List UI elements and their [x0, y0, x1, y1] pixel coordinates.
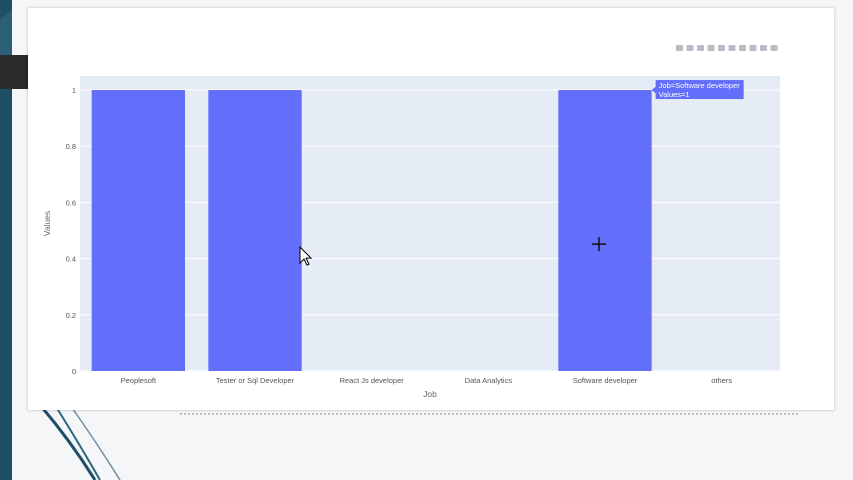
bar[interactable] — [91, 90, 185, 372]
x-tick-label: Tester or Sql Developer — [216, 376, 295, 385]
x-tick-label: React Js developer — [340, 376, 405, 385]
box-select-icon[interactable] — [707, 45, 715, 51]
camera-icon[interactable] — [676, 45, 683, 51]
x-tick-label: Software developer — [573, 376, 638, 385]
zoom-in-icon[interactable] — [728, 45, 736, 51]
y-tick-label: 1 — [72, 86, 76, 95]
x-axis-ticks: Peoplesoft Tester or Sql Developer React J… — [121, 376, 733, 385]
y-axis-ticks: 0 0.2 0.4 0.6 0.8 1 — [66, 86, 76, 376]
bar-chart: 0 0.2 0.4 0.6 0.8 1 Peoplesoft Tester or Sql D… — [42, 45, 780, 399]
chart-modebar — [676, 45, 778, 51]
x-tick-label: Peoplesoft — [121, 376, 157, 385]
y-tick-label: 0.8 — [66, 142, 76, 151]
pan-icon[interactable] — [697, 45, 704, 51]
chart-card: 0 0.2 0.4 0.6 0.8 1 Peoplesoft Tester or Sql D… — [28, 8, 834, 410]
bar[interactable] — [208, 90, 302, 372]
y-tick-label: 0.6 — [66, 198, 76, 207]
plotly-logo-icon[interactable] — [770, 45, 778, 51]
x-tick-label: others — [711, 376, 732, 385]
zoom-icon[interactable] — [686, 45, 694, 51]
tooltip-line: Job=Software developer — [659, 81, 741, 90]
y-axis-title: Values — [42, 211, 52, 236]
hover-tooltip: Job=Software developerValues=1 — [651, 80, 744, 100]
x-axis-title: Job — [423, 389, 437, 399]
bar[interactable] — [558, 90, 652, 372]
y-tick-label: 0 — [72, 367, 76, 376]
lasso-icon[interactable] — [718, 45, 725, 51]
y-tick-label: 0.2 — [66, 311, 76, 320]
autoscale-icon[interactable] — [749, 45, 757, 51]
slide-side-tab — [0, 55, 28, 89]
reset-axes-icon[interactable] — [760, 45, 767, 51]
tooltip-line: Values=1 — [659, 90, 690, 99]
y-tick-label: 0.4 — [66, 255, 76, 264]
zoom-out-icon[interactable] — [739, 45, 746, 51]
x-tick-label: Data Analytics — [465, 376, 513, 385]
